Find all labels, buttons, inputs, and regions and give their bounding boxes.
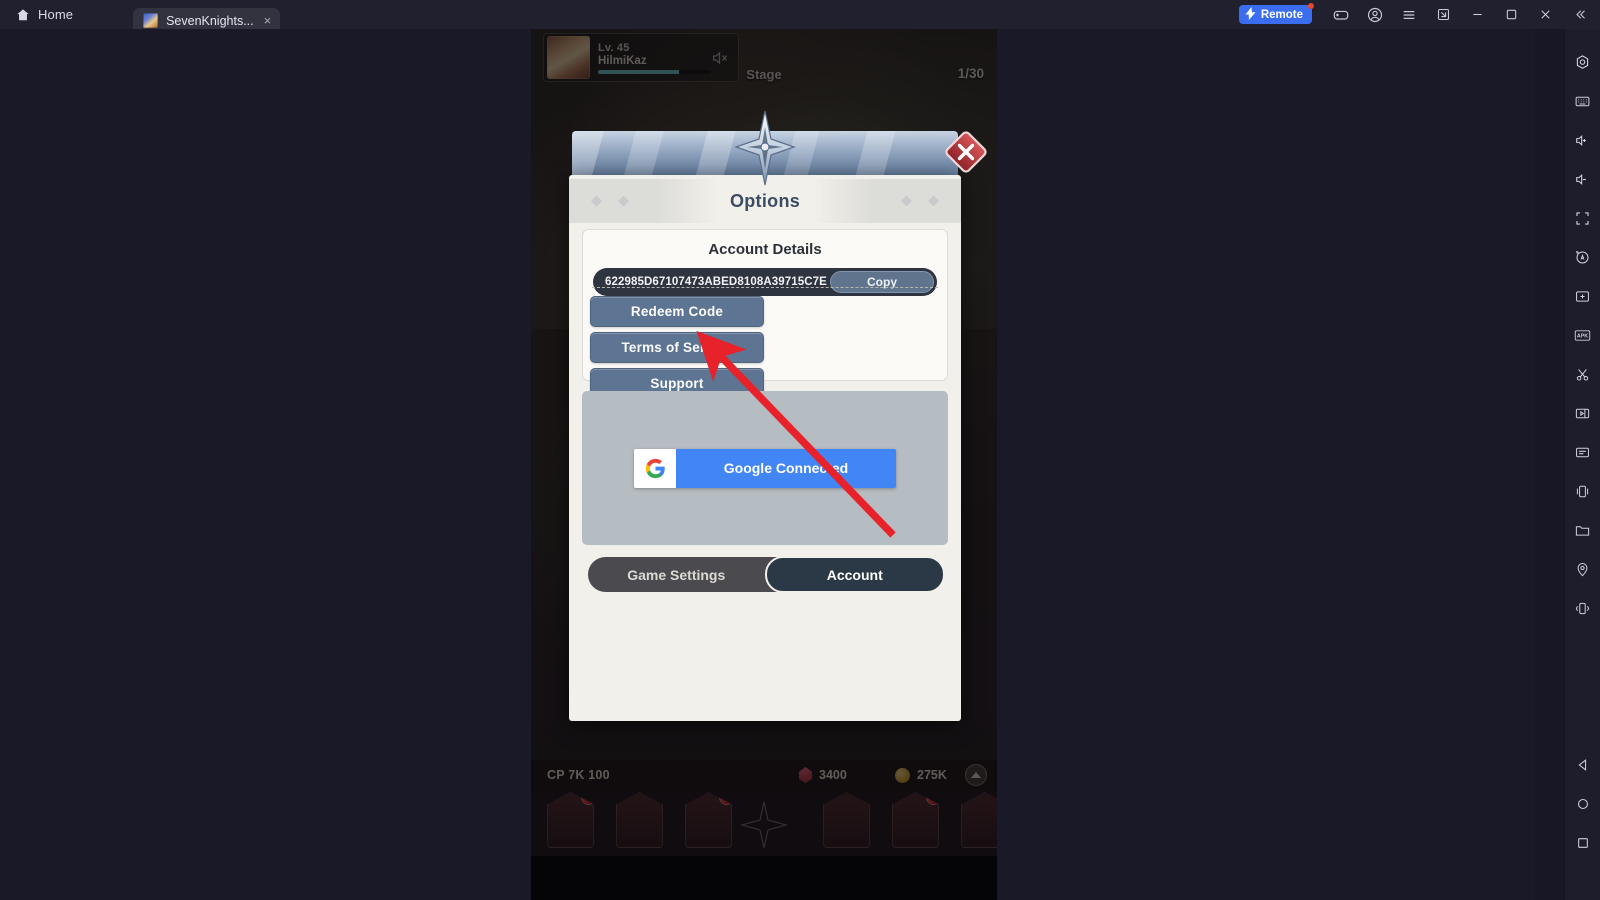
copy-button[interactable]: Copy	[830, 271, 934, 293]
shake-icon[interactable]	[1565, 589, 1600, 628]
remote-badge[interactable]: Remote	[1238, 3, 1315, 24]
game-favicon	[143, 13, 159, 28]
redeem-code-button[interactable]: Redeem Code	[590, 296, 764, 327]
android-nav-group	[1565, 745, 1600, 900]
script-icon[interactable]	[1565, 433, 1600, 472]
linked-account-panel: Google Connected	[582, 391, 948, 545]
options-dialog: Options Account Details 622985D67107473A…	[569, 110, 987, 721]
apk-install-icon[interactable]: APK	[1565, 316, 1600, 355]
tab-strip: SevenKnights... ×	[133, 0, 281, 33]
tab-account[interactable]: Account	[764, 556, 945, 593]
close-icon[interactable]	[1530, 0, 1560, 29]
keyboard-icon[interactable]	[1565, 82, 1600, 121]
close-dialog-button[interactable]	[943, 129, 989, 175]
page-title: Options	[729, 190, 801, 211]
left-gutter	[0, 29, 531, 900]
folder-icon[interactable]	[1565, 511, 1600, 550]
scissors-icon[interactable]	[1565, 355, 1600, 394]
title-ornament-right	[901, 195, 939, 207]
location-icon[interactable]	[1565, 550, 1600, 589]
gamepad-icon[interactable]	[1326, 0, 1356, 29]
title-bar: Home SevenKnights... × Remote	[0, 0, 1600, 33]
window-controls: Remote	[1238, 0, 1600, 29]
minimize-icon[interactable]	[1462, 0, 1492, 29]
google-connected-button[interactable]: Google Connected	[634, 448, 896, 488]
home-label: Home	[38, 7, 74, 22]
terms-of-service-button[interactable]: Terms of Service	[590, 332, 764, 363]
close-icon[interactable]: ×	[264, 14, 272, 27]
title-ornament-left	[591, 195, 629, 207]
android-recents-icon[interactable]	[1565, 823, 1600, 862]
lightning-icon	[1245, 6, 1256, 23]
account-details-heading: Account Details	[708, 241, 822, 258]
svg-text:APK: APK	[1577, 334, 1588, 340]
screenshot-icon[interactable]	[1565, 277, 1600, 316]
right-gutter	[997, 29, 1535, 900]
multi-instance-icon[interactable]	[1565, 472, 1600, 511]
dialog-tab-bar: Game Settings Account	[588, 556, 945, 593]
home-icon	[16, 8, 30, 22]
star-emblem-icon	[734, 109, 796, 187]
settings-icon[interactable]	[1565, 43, 1600, 82]
google-g-icon	[634, 448, 676, 488]
google-connected-label: Google Connected	[676, 448, 896, 488]
divider	[592, 287, 938, 288]
auto-rotate-icon[interactable]	[1565, 238, 1600, 277]
account-icon[interactable]	[1360, 0, 1390, 29]
dialog-body: Options Account Details 622985D67107473A…	[569, 175, 961, 721]
restore-down-icon[interactable]	[1428, 0, 1458, 29]
android-back-icon[interactable]	[1565, 745, 1600, 784]
emulator-sidebar: APK	[1565, 29, 1600, 900]
menu-icon[interactable]	[1394, 0, 1424, 29]
maximize-icon[interactable]	[1496, 0, 1526, 29]
android-home-icon[interactable]	[1565, 784, 1600, 823]
volume-up-icon[interactable]	[1565, 121, 1600, 160]
emulator-window: Home SevenKnights... × Remote Options Ac…	[0, 0, 1600, 900]
game-viewport[interactable]: Lv. 45 HilmiKaz Stage 1/30 CP 7K 100 340…	[531, 29, 997, 900]
home-button[interactable]: Home	[16, 0, 73, 29]
tab-label: SevenKnights...	[166, 13, 254, 28]
tab-game-settings[interactable]: Game Settings	[588, 557, 765, 592]
remote-label: Remote	[1260, 8, 1303, 21]
collapse-sidebar-icon[interactable]	[1564, 0, 1594, 29]
account-details-panel: Account Details 622985D67107473ABED8108A…	[582, 229, 948, 543]
fullscreen-icon[interactable]	[1565, 199, 1600, 238]
account-id-field: 622985D67107473ABED8108A39715C7E Copy	[593, 268, 937, 296]
volume-down-icon[interactable]	[1565, 160, 1600, 199]
video-record-icon[interactable]	[1565, 394, 1600, 433]
